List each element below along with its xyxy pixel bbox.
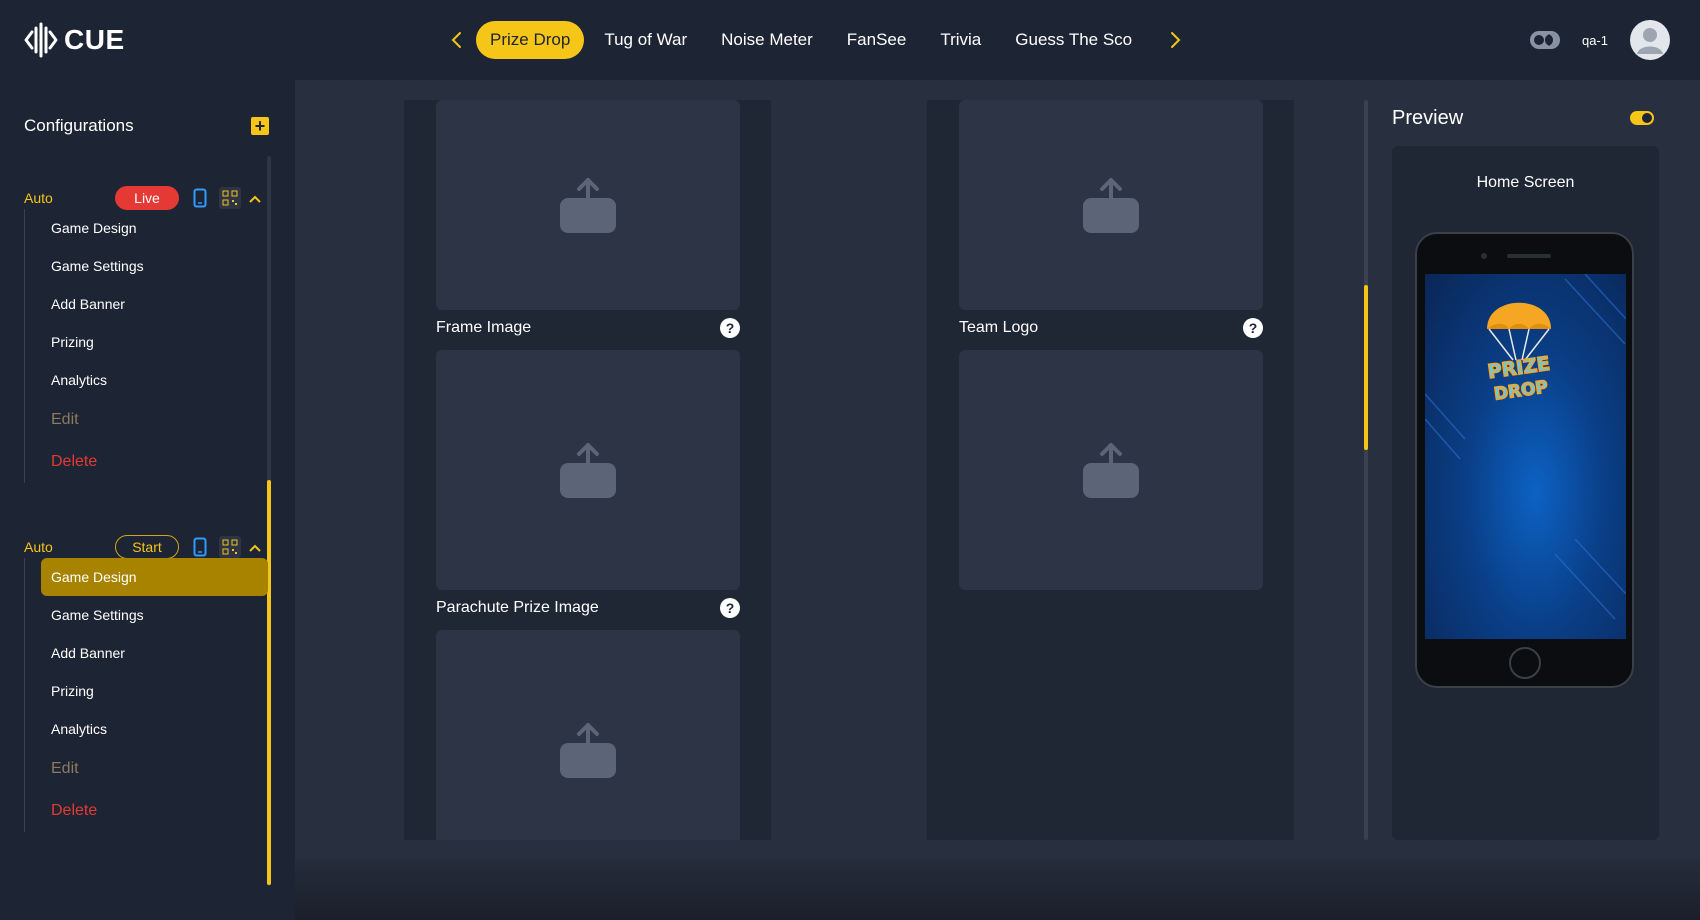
upload-dropzone[interactable] (959, 100, 1263, 310)
sidebar-item-game-design[interactable]: Game Design (25, 209, 268, 247)
prize-drop-splash: PRIZE DROP (1425, 274, 1626, 620)
configurations-title: Configurations (24, 116, 134, 135)
phone-camera (1481, 253, 1487, 259)
sidebar-item-delete[interactable]: Delete (25, 790, 268, 832)
config-group-items: Game Design Game Settings Add Banner Pri… (24, 558, 268, 832)
preview-toggle-switch[interactable] (1630, 111, 1654, 125)
config-group-2: Auto Start Game Design Game Settings Add… (0, 534, 268, 874)
tab-tug-of-war[interactable]: Tug of War (590, 21, 701, 59)
main-content: Frame Image ? Parachute Prize Image ? Te… (295, 80, 1700, 920)
phone-speaker (1507, 254, 1551, 258)
tab-noise-meter[interactable]: Noise Meter (707, 21, 827, 59)
field-label: Team Logo (959, 319, 1039, 336)
upload-icon (1083, 178, 1139, 233)
phone-home-button (1509, 647, 1541, 679)
tab-fansee[interactable]: FanSee (833, 21, 921, 59)
field-frame-image: Frame Image ? (436, 315, 740, 341)
upload-icon (560, 178, 616, 233)
tab-guess-the-score[interactable]: Guess The Sco (1001, 21, 1146, 59)
user-avatar-icon[interactable] (1630, 20, 1670, 60)
preview-screen-label: Home Screen (1476, 174, 1575, 191)
config-group-header: Auto Live (24, 185, 268, 211)
cue-logo[interactable]: CUE (24, 20, 125, 60)
status-badge-live[interactable]: Live (115, 186, 179, 210)
field-label: Parachute Prize Image (436, 599, 599, 616)
field-team-logo: Team Logo ? (959, 315, 1263, 341)
username: qa-1 (1581, 32, 1608, 48)
config-group-header: Auto Start (24, 534, 268, 560)
qr-code-icon[interactable] (219, 536, 241, 558)
top-bar: CUE Prize Drop Tug of War Noise Meter Fa… (0, 0, 1700, 80)
design-column-right: Team Logo ? (927, 100, 1294, 840)
configurations-header: Configurations + (24, 116, 269, 136)
phone-screen: PRIZE DROP (1425, 274, 1626, 639)
main-scroll-thumb[interactable] (1364, 285, 1368, 450)
group-label: Auto (24, 539, 53, 555)
main-scrollbar[interactable] (1364, 100, 1368, 840)
plus-icon[interactable]: + (251, 117, 269, 135)
help-icon[interactable]: ? (720, 318, 740, 338)
sidebar-item-analytics[interactable]: Analytics (25, 361, 268, 399)
preview-header: Preview (1392, 102, 1654, 134)
sidebar-item-analytics[interactable]: Analytics (25, 710, 268, 748)
game-tabs-nav: Prize Drop Tug of War Noise Meter FanSee… (436, 21, 1196, 59)
sidebar-item-game-settings[interactable]: Game Settings (25, 596, 268, 634)
mobile-icon[interactable] (189, 187, 211, 209)
config-group-1: Auto Live Game Design Game Settings Add … (0, 185, 268, 505)
field-label: Frame Image (436, 319, 532, 336)
help-icon[interactable]: ? (720, 598, 740, 618)
sidebar-item-edit[interactable]: Edit (25, 399, 268, 441)
design-column-left: Frame Image ? Parachute Prize Image ? (404, 100, 771, 840)
field-parachute-prize-image: Parachute Prize Image ? (436, 595, 740, 621)
group-label: Auto (24, 190, 53, 206)
mobile-icon[interactable] (189, 536, 211, 558)
sidebar-item-prizing[interactable]: Prizing (25, 672, 268, 710)
phone-mockup: PRIZE DROP (1415, 232, 1634, 688)
user-area: qa-1 (1529, 20, 1670, 60)
config-group-items: Game Design Game Settings Add Banner Pri… (24, 209, 268, 483)
help-icon[interactable]: ? (1243, 318, 1263, 338)
main-bottom-fade (295, 860, 1700, 920)
soundwave-logo-icon (24, 22, 58, 58)
theme-toggle-icon[interactable] (1529, 31, 1560, 49)
upload-icon (1083, 443, 1139, 498)
upload-dropzone-frame-image[interactable] (436, 350, 740, 590)
upload-dropzone[interactable] (436, 100, 740, 310)
chevron-up-icon[interactable] (249, 190, 261, 206)
sidebar-item-prizing[interactable]: Prizing (25, 323, 268, 361)
chevron-right-icon[interactable] (1156, 21, 1196, 59)
tab-trivia[interactable]: Trivia (926, 21, 995, 59)
preview-panel: Home Screen PRIZE DROP (1392, 146, 1659, 840)
chevron-up-icon[interactable] (249, 539, 261, 555)
sidebar: Configurations + Auto Live Game Design G… (0, 80, 295, 920)
sidebar-item-game-design[interactable]: Game Design (41, 558, 268, 596)
tabs-strip: Prize Drop Tug of War Noise Meter FanSee… (476, 21, 1156, 59)
sidebar-item-add-banner[interactable]: Add Banner (25, 285, 268, 323)
status-badge-start[interactable]: Start (115, 535, 179, 559)
sidebar-item-edit[interactable]: Edit (25, 748, 268, 790)
logo-text: CUE (64, 24, 125, 55)
sidebar-item-delete[interactable]: Delete (25, 441, 268, 483)
upload-icon (560, 723, 616, 778)
upload-dropzone-team-logo[interactable] (959, 350, 1263, 590)
sidebar-item-game-settings[interactable]: Game Settings (25, 247, 268, 285)
upload-dropzone-parachute-prize-image[interactable] (436, 630, 740, 840)
sidebar-item-add-banner[interactable]: Add Banner (25, 634, 268, 672)
qr-code-icon[interactable] (219, 187, 241, 209)
preview-title: Preview (1392, 106, 1464, 129)
chevron-left-icon[interactable] (436, 21, 476, 59)
upload-icon (560, 443, 616, 498)
tab-prize-drop[interactable]: Prize Drop (476, 21, 585, 59)
